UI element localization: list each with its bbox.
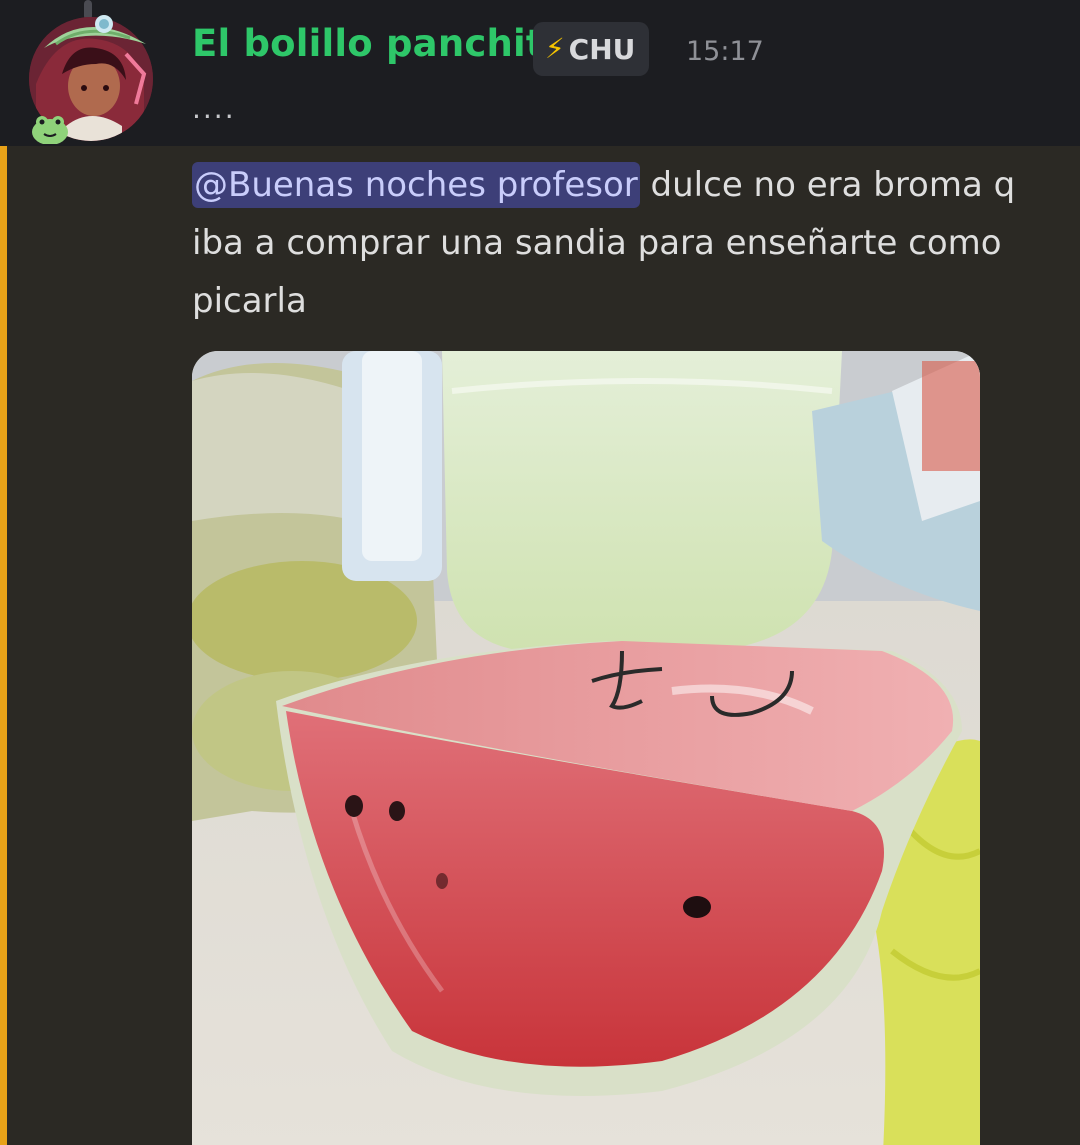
- user-mention[interactable]: @Buenas noches profesor: [192, 162, 640, 208]
- message-preview: ....: [192, 92, 236, 125]
- author-name[interactable]: El bolillo panchito: [192, 22, 569, 65]
- guild-tag-label: CHU: [568, 32, 636, 66]
- chat-screen: El bolillo panchito ⚡ CHU 15:17 .... @Bu…: [0, 0, 1080, 1145]
- mention-highlight-bar: [0, 146, 7, 1145]
- avatar[interactable]: [26, 14, 156, 144]
- replied-message-header[interactable]: El bolillo panchito ⚡ CHU 15:17 ....: [0, 0, 1080, 146]
- lightning-bolt-icon: ⚡: [545, 32, 565, 65]
- image-attachment[interactable]: tú: [192, 351, 980, 1145]
- message-timestamp: 15:17: [686, 36, 764, 67]
- message-content: @Buenas noches profesor dulce no era bro…: [192, 156, 1052, 330]
- avatar-image: [29, 15, 153, 144]
- guild-tag-badge[interactable]: ⚡ CHU: [533, 22, 650, 76]
- watermelon-photo: tú: [192, 351, 980, 1145]
